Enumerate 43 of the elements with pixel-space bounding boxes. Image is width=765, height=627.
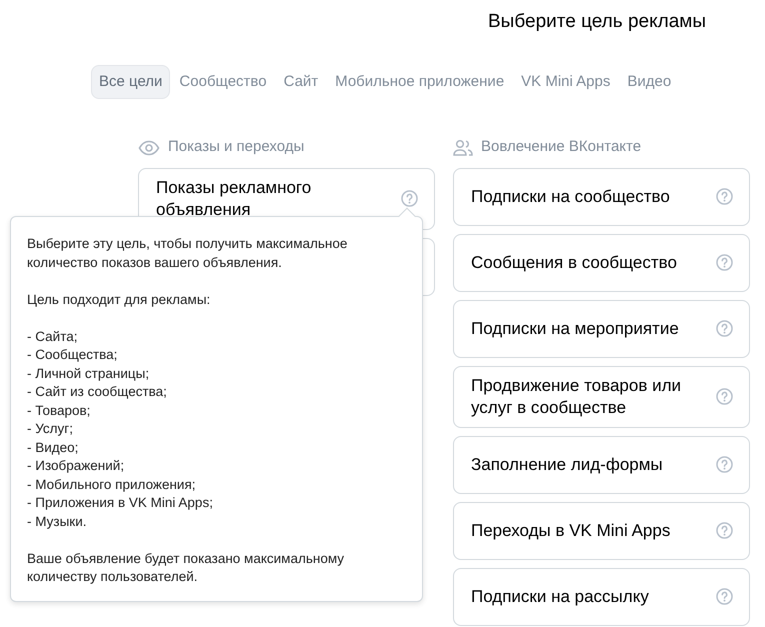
help-icon[interactable] xyxy=(716,588,733,605)
goal-label: Переходы в VK Mini Apps xyxy=(471,520,670,542)
goal-label: Подписки на рассылку xyxy=(471,586,649,608)
help-icon[interactable] xyxy=(716,456,733,473)
page-title: Выберите цель рекламы xyxy=(488,10,707,34)
goal-card[interactable]: Сообщения в сообщество xyxy=(453,234,750,292)
goal-card[interactable]: Продвижение товаров или услуг в сообществе xyxy=(453,366,750,428)
goal-card[interactable]: Заполнение лид-формы xyxy=(453,436,750,494)
tooltip-list-item: - Мобильного приложения; xyxy=(27,476,197,494)
tooltip-list-item: - Музыки. xyxy=(27,512,88,531)
goal-label: Подписки на сообщество xyxy=(471,186,670,208)
help-icon[interactable] xyxy=(716,254,733,271)
section-heading: Показы и переходы xyxy=(168,137,304,158)
goal-label: Продвижение товаров или услуг в сообществе xyxy=(471,374,682,418)
tooltip-list-item: - Сообщества; xyxy=(27,346,118,364)
help-icon[interactable] xyxy=(716,388,733,405)
tooltip-list-item: - Сайт из сообщества; xyxy=(27,383,168,401)
tooltip-list-item: - Товаров; xyxy=(27,402,92,420)
goal-label: Показы рекламного объявления xyxy=(156,176,312,220)
eye-icon xyxy=(138,140,160,156)
tooltip-list-item: - Личной страницы; xyxy=(27,364,150,383)
people-icon xyxy=(453,138,473,156)
tooltip-text: Выберите эту цель, чтобы получить максимальное количество показов вашего объявления. xyxy=(27,235,348,272)
help-icon[interactable] xyxy=(401,190,418,207)
help-icon[interactable] xyxy=(716,522,733,539)
goal-card[interactable]: Подписки на мероприятие xyxy=(453,300,750,358)
help-icon[interactable] xyxy=(716,188,733,205)
tooltip-list-item: - Изображений; xyxy=(27,457,126,475)
goal-label: Сообщения в сообщество xyxy=(471,252,677,274)
goal-card[interactable]: Подписки на сообщество xyxy=(453,168,750,226)
goal-label: Подписки на мероприятие xyxy=(471,318,679,340)
tab[interactable]: Все цели xyxy=(91,64,170,98)
tooltip-text: Цель подходит для рекламы: xyxy=(27,290,212,309)
tooltip-list-item: - Приложения в VK Mini Apps; xyxy=(27,494,214,512)
tooltip-list-item: - Услуг; xyxy=(27,420,74,438)
help-icon[interactable] xyxy=(716,320,733,337)
goal-label: Заполнение лид-формы xyxy=(471,454,663,476)
tooltip-text: Ваше объявление будет показано максимальному количеству пользователей. xyxy=(27,550,346,586)
goal-card[interactable]: Подписки на рассылку xyxy=(453,568,750,626)
tooltip-list-item: - Сайта; xyxy=(27,328,78,346)
goal-card[interactable]: Переходы в VK Mini Apps xyxy=(453,502,750,560)
section-heading: Вовлечение ВКонтакте xyxy=(481,137,642,158)
tooltip-list-item: - Видео; xyxy=(27,438,80,457)
